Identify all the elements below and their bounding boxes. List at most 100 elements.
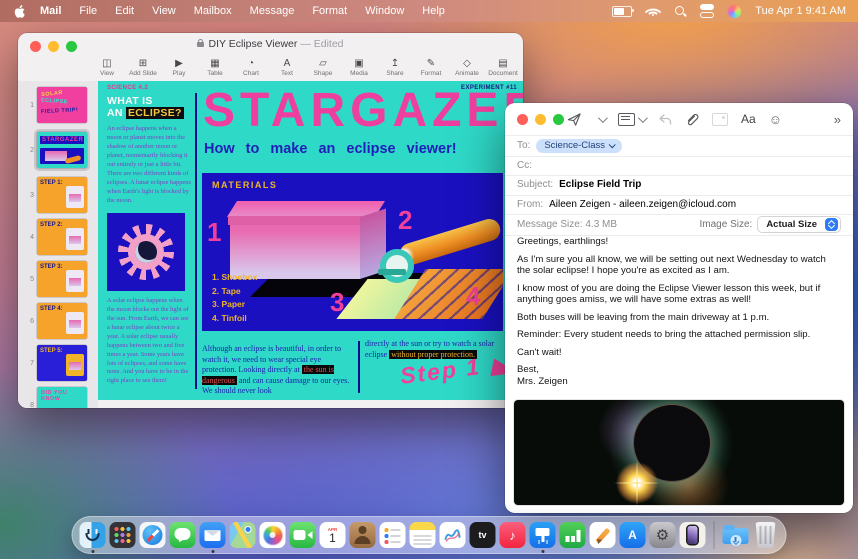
search-icon[interactable] — [674, 5, 686, 17]
from-field[interactable]: From: Aileen Zeigen - aileen.zeigen@iclo… — [505, 195, 853, 215]
slide-thumbnail-1[interactable]: 1 SOLAR ECLIPSE FIELD TRIP! — [18, 87, 98, 123]
format-button[interactable]: Aa — [741, 112, 756, 126]
message-size-value: 4.3 MB — [585, 219, 618, 230]
dock-launchpad-icon[interactable] — [109, 522, 136, 548]
send-options-chevron-icon[interactable] — [597, 112, 608, 123]
dock-calendar-icon[interactable]: APR 1 — [319, 522, 346, 548]
slide-thumbnail-4[interactable]: 4 STEP 2: — [18, 219, 98, 255]
toolbar-play-button[interactable]: ▶ Play — [162, 58, 196, 77]
dock-iphone-mirroring-icon[interactable] — [679, 522, 706, 548]
battery-icon[interactable] — [612, 5, 635, 17]
header-fields-button[interactable] — [618, 112, 648, 126]
dock-appletv-icon[interactable]: tv — [469, 522, 496, 548]
toolbar-view-button[interactable]: ◫ View — [90, 58, 124, 77]
toolbar-table-button[interactable]: ▦ Table — [198, 58, 232, 77]
dock-downloads-icon[interactable] — [722, 522, 749, 548]
dock-photos-icon[interactable] — [259, 522, 286, 548]
control-center-icon[interactable] — [700, 4, 715, 18]
play-icon: ▶ — [175, 57, 183, 69]
slide-thumbnail-6[interactable]: 6 STEP 4: — [18, 303, 98, 339]
toolbar-media-button[interactable]: ▣ Media — [342, 58, 376, 77]
zoom-button[interactable] — [553, 114, 564, 125]
dock-music-icon[interactable]: ♪ — [499, 522, 526, 548]
menu-bar-clock[interactable]: Tue Apr 1 9:41 AM — [755, 5, 846, 17]
eclipse-photo-attachment[interactable] — [514, 400, 844, 505]
dock-maps-icon[interactable] — [229, 522, 256, 548]
dock-numbers-icon[interactable] — [559, 522, 586, 548]
message-body[interactable]: Greetings, earthlings! As I'm sure you a… — [517, 236, 841, 387]
dock-appstore-icon[interactable]: A — [619, 522, 646, 548]
document-icon: ▤ — [498, 57, 508, 69]
menu-item-help[interactable]: Help — [413, 5, 454, 17]
close-button[interactable] — [517, 114, 528, 125]
emoji-button[interactable]: ☺ — [769, 112, 782, 127]
cc-field[interactable]: Cc: — [505, 156, 853, 176]
mail-toolbar-overflow-button[interactable]: » — [834, 112, 841, 127]
dock-settings-icon[interactable]: ⚙ — [649, 522, 676, 548]
dock: APR 1 tv ♪ A ⚙ — [71, 516, 787, 554]
menu-item-mailbox[interactable]: Mailbox — [185, 5, 241, 17]
slide-thumbnail-3[interactable]: 3 STEP 1: — [18, 177, 98, 213]
text-icon: A — [283, 57, 291, 69]
toolbar-format-button[interactable]: ✎ Format — [414, 58, 448, 77]
dock-freeform-icon[interactable] — [439, 522, 466, 548]
recipient-token[interactable]: Science-Class — [536, 138, 623, 153]
warning-column-divider — [358, 341, 360, 393]
toolbar-animate-button[interactable]: ◇ Animate — [450, 58, 484, 77]
slide-thumbnail-7[interactable]: 7 STEP 5: — [18, 345, 98, 381]
siri-icon[interactable] — [728, 4, 742, 18]
dock-safari-icon[interactable] — [139, 522, 166, 548]
desktop: Mail File Edit View Mailbox Message Form… — [0, 0, 858, 559]
slide-subtitle: How to make an eclipse viewer! — [204, 141, 457, 157]
menu-item-file[interactable]: File — [70, 5, 106, 17]
dock-messages-icon[interactable] — [169, 522, 196, 548]
minimize-button[interactable] — [535, 114, 546, 125]
image-size-select[interactable]: Actual Size — [757, 216, 841, 233]
warning-text-right: directly at the sun or try to watch a so… — [365, 339, 495, 359]
menu-item-edit[interactable]: Edit — [106, 5, 143, 17]
toolbar-text-button[interactable]: A Text — [270, 58, 304, 77]
toolbar-share-button[interactable]: ↥ Share — [378, 58, 412, 77]
view-icon: ◫ — [102, 57, 112, 69]
toolbar-chart-button[interactable]: ◔ Chart — [234, 58, 268, 77]
attach-button[interactable] — [685, 112, 699, 127]
dock-pages-icon[interactable] — [589, 522, 616, 548]
slide-thumbnail-8[interactable]: 8 DID YOU KNOW — [18, 387, 98, 408]
menu-item-message[interactable]: Message — [241, 5, 304, 17]
add-slide-icon: ⊞ — [138, 57, 148, 69]
keynote-titlebar[interactable]: DIY Eclipse Viewer — Edited — [18, 33, 523, 53]
slide-canvas[interactable]: SCIENCE 4.2 EXPERIMENT #11 WHAT IS AN EC… — [98, 81, 523, 400]
toolbar-shape-button[interactable]: ▱ Shape — [306, 58, 340, 77]
slide-divider — [195, 93, 197, 389]
slide-thumbnail-2-selected[interactable]: 2 STARGAZER — [18, 129, 98, 171]
mail-traffic-lights[interactable] — [517, 114, 564, 125]
dock-trash-icon[interactable] — [755, 522, 776, 548]
menu-item-window[interactable]: Window — [356, 5, 413, 17]
share-icon: ↥ — [390, 57, 400, 69]
running-indicator — [91, 550, 94, 553]
dock-mail-icon[interactable] — [199, 522, 226, 553]
menu-item-mail[interactable]: Mail — [31, 5, 70, 17]
materials-heading: MATERIALS — [212, 180, 278, 190]
wifi-icon[interactable] — [644, 3, 662, 20]
mail-toolbar: Aa ☺ » — [505, 103, 853, 136]
dock-reminders-icon[interactable] — [379, 522, 406, 548]
keynote-toolbar: ◫ View ⊞ Add Slide ▶ Play ▦ Table ◔ Chart A Te… — [18, 53, 523, 82]
menu-item-format[interactable]: Format — [303, 5, 356, 17]
toolbar-add-slide-button[interactable]: ⊞ Add Slide — [126, 58, 160, 77]
dock-finder-icon[interactable] — [79, 522, 106, 553]
slide-thumbnail-5[interactable]: 5 STEP 3: — [18, 261, 98, 297]
sun-eclipse-illustration — [107, 212, 185, 291]
apple-menu-icon[interactable] — [14, 4, 25, 18]
subject-field[interactable]: Subject: Eclipse Field Trip — [505, 175, 853, 196]
dock-contacts-icon[interactable] — [349, 522, 376, 548]
dock-notes-icon[interactable] — [409, 522, 436, 548]
running-indicator — [211, 550, 214, 553]
dock-facetime-icon[interactable] — [289, 522, 316, 548]
send-button[interactable] — [567, 112, 582, 127]
to-field[interactable]: To: Science-Class — [505, 136, 853, 157]
toolbar-document-button[interactable]: ▤ Document — [486, 58, 520, 77]
slide-paragraph-1: An eclipse happens when a moon or planet… — [107, 125, 191, 204]
menu-item-view[interactable]: View — [143, 5, 185, 17]
dock-keynote-icon[interactable] — [529, 522, 556, 553]
